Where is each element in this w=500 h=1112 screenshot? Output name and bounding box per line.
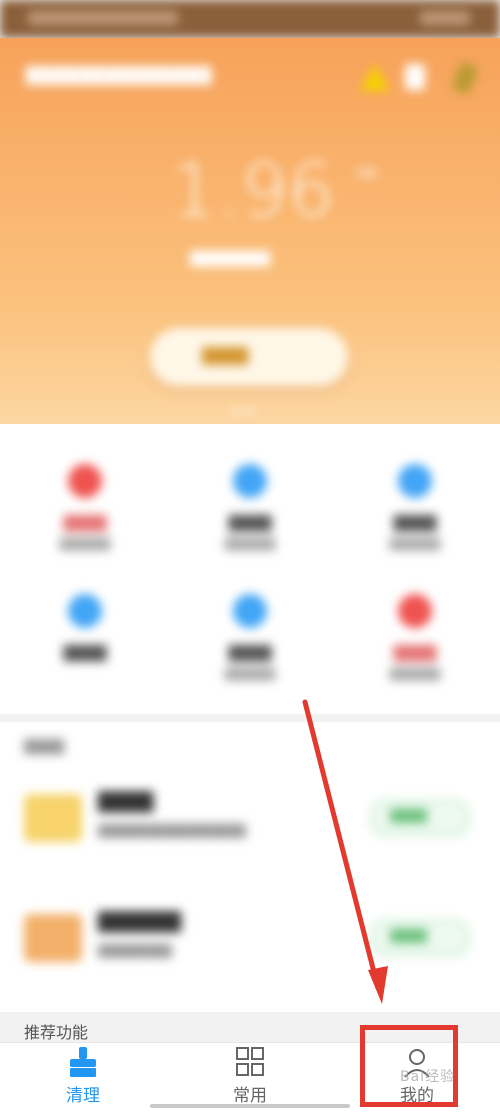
watermark-text: Bai经验 <box>400 1069 456 1085</box>
annotation-arrow <box>302 699 388 1004</box>
